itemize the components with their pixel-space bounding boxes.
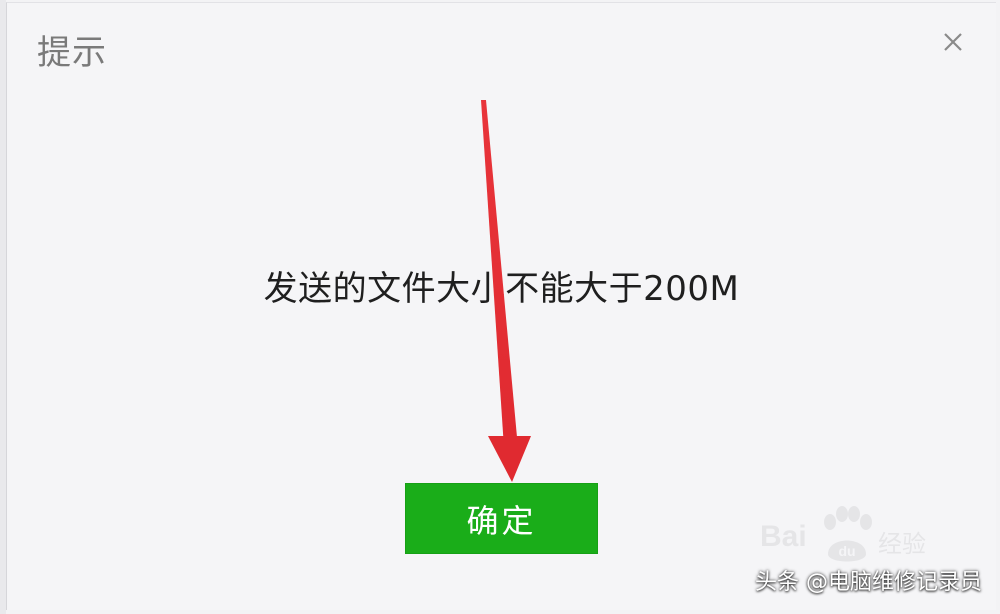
source-credit: 头条 @电脑维修记录员 <box>755 570 982 595</box>
dialog-title: 提示 <box>37 33 107 73</box>
screenshot-stage: 提示 发送的文件大小不能大于200M 确定 Bai du 经验 头条 @电脑维修… <box>0 0 1000 614</box>
watermark-brand: Bai <box>760 520 807 553</box>
baidu-watermark: Bai du 经验 <box>760 506 950 566</box>
confirm-button[interactable]: 确定 <box>405 483 598 554</box>
close-icon <box>944 33 962 51</box>
watermark-suffix: 经验 <box>878 530 926 558</box>
svg-text:du: du <box>838 543 855 559</box>
dialog-message: 发送的文件大小不能大于200M <box>263 269 740 309</box>
close-button[interactable] <box>936 25 970 59</box>
paw-icon: du <box>824 506 872 562</box>
